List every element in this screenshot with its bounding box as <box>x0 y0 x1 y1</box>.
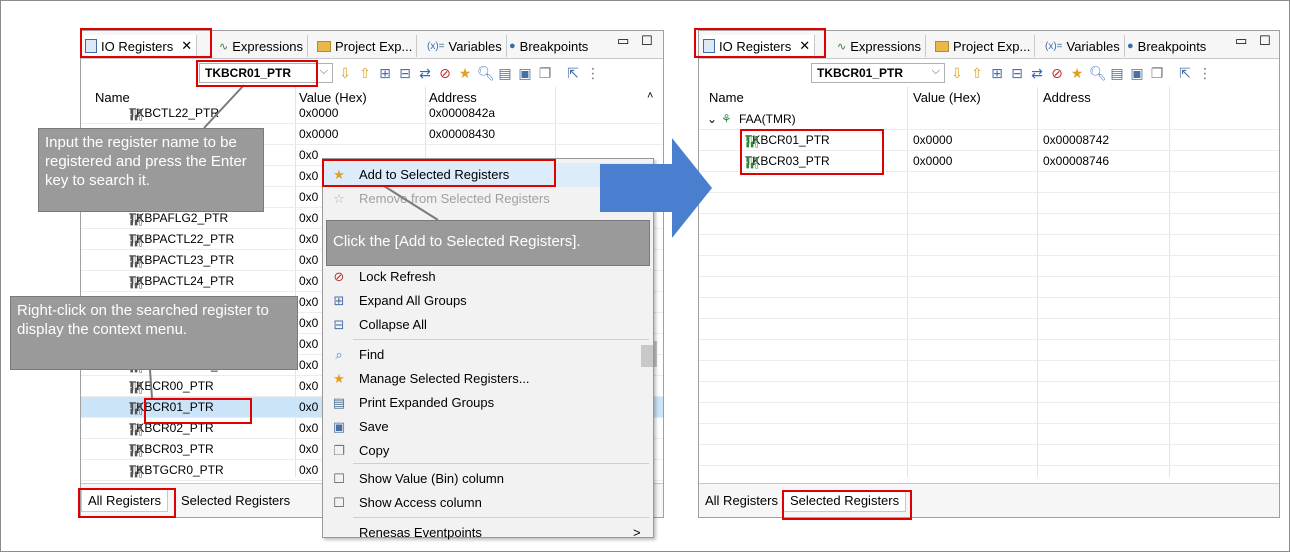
connector-lines <box>149 84 712 399</box>
connector-right-click <box>149 369 153 399</box>
blue-arrow <box>600 138 712 238</box>
connector-search <box>203 84 245 129</box>
connector-click-add <box>383 185 439 221</box>
